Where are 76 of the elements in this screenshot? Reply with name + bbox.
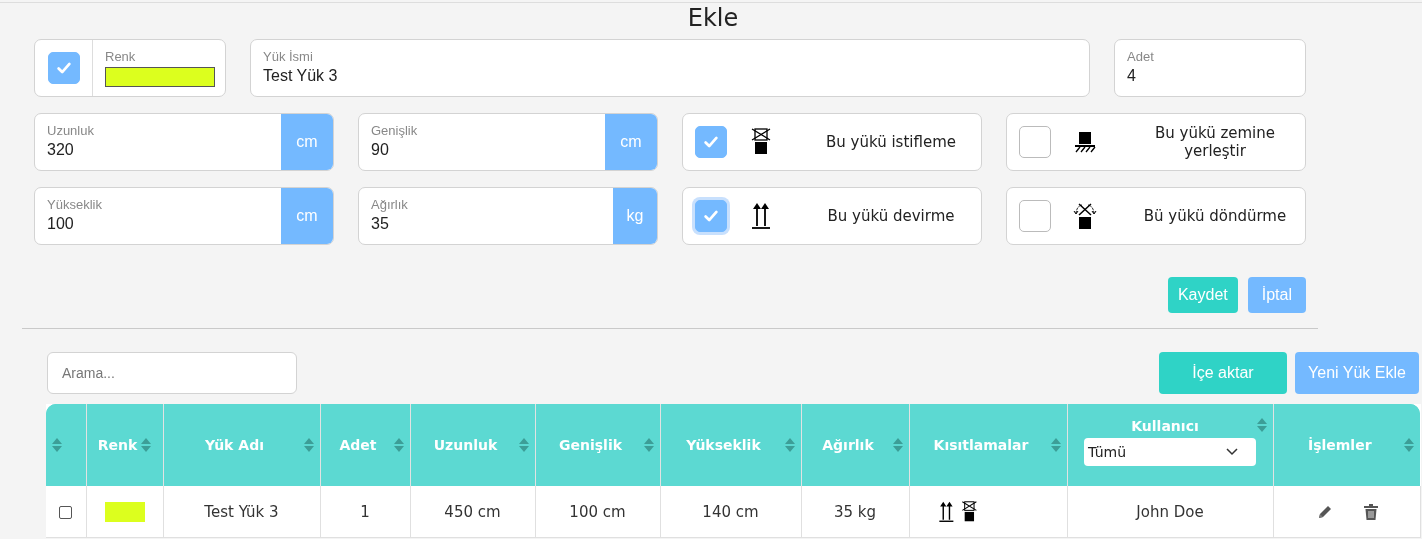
up-arrows-icon [749,202,773,230]
field-value: Test Yük 3 [263,67,339,85]
input-field[interactable]: Genişlik 90 cm [358,113,658,171]
sort-icon[interactable] [518,438,529,452]
sort-icon[interactable] [784,438,795,452]
sort-icon[interactable] [141,438,152,452]
column-header: İşlemler [1306,437,1373,453]
input-field[interactable]: Ağırlık 35 kg [358,187,658,245]
sort-icon[interactable] [1256,418,1267,432]
checkbox[interactable] [695,126,727,158]
row-checkbox[interactable] [59,505,73,519]
column-header: Kullanıcı [1130,418,1200,434]
input-field[interactable]: Yük İsmi Test Yük 3 [250,39,1090,97]
crossed-box-icon [749,128,773,156]
table-cell: 35 kg [833,502,877,521]
search-field[interactable]: Arama... [47,352,297,394]
checkbox[interactable] [47,52,80,84]
field-value: 100 [47,215,75,233]
field-label: Yük İsmi [263,49,314,64]
field-label: Uzunluk [47,123,95,138]
field-value: 320 [47,141,75,159]
option-label: Bu yükü devirme [826,207,956,225]
field-label: Ağırlık [371,197,409,212]
chevron-down-icon [1226,448,1238,456]
sort-icon[interactable] [303,438,314,452]
unit-label: cm [281,188,333,244]
option-card[interactable]: Bü yükü döndürme [1006,187,1306,245]
field-label: Yükseklik [47,197,103,212]
option-card[interactable]: Bu yükü devirme [682,187,982,245]
table-cell: 1 [360,502,370,521]
input-field[interactable]: Adet 4 [1114,39,1306,97]
up-arrows-icon [937,500,956,523]
option-label: Bü yükü döndürme [1142,207,1288,225]
table-cell: John Doe [1136,502,1204,521]
field-label: Renk [105,49,137,64]
field-label: Adet [1127,49,1155,64]
column-header: Genişlik [558,437,623,453]
option-card[interactable]: Bu yükü zemine yerleştir [1006,113,1306,171]
column-header: Yük Adı [204,437,265,453]
field-value: 90 [371,141,390,159]
color-field[interactable]: Renk [34,39,226,97]
crossed-box-icon [960,500,979,523]
trash-icon[interactable] [1363,503,1378,520]
sort-icon[interactable] [1404,438,1414,452]
unit-label: cm [605,114,657,170]
option-card[interactable]: Bu yükü istifleme [682,113,982,171]
checkbox[interactable] [1019,200,1051,232]
column-header: Ağırlık [821,437,875,453]
field-label: Genişlik [371,123,419,138]
table-cell: 100 cm [569,502,626,521]
column-header: Adet [338,437,378,453]
form-title: Ekle [686,3,739,33]
option-label: Bu yükü istifleme [825,133,957,151]
column-header: Yükseklik [685,437,762,453]
column-header: Uzunluk [432,437,499,453]
column-header: Renk [97,437,138,453]
checkbox[interactable] [1019,126,1051,158]
table-cell: Test Yük 3 [204,502,279,521]
unit-label: kg [613,188,657,244]
column-header: Kısıtlamalar [932,437,1030,453]
field-value: 35 [371,215,390,233]
sort-icon[interactable] [1050,438,1061,452]
sort-icon[interactable] [393,438,404,452]
checkbox[interactable] [695,200,727,232]
sort-icon[interactable] [892,438,903,452]
unit-label: cm [281,114,333,170]
table-cell: 450 cm [444,502,501,521]
field-value: 4 [1127,67,1137,85]
table-cell: 140 cm [702,502,759,521]
input-field[interactable]: Yükseklik 100 cm [34,187,334,245]
option-label: Bu yükü zemine yerleştir [1153,124,1277,160]
input-field[interactable]: Uzunluk 320 cm [34,113,334,171]
user-filter-dropdown[interactable]: Tümü [1084,438,1256,466]
sort-icon[interactable] [52,438,62,452]
sort-icon[interactable] [643,438,654,452]
no-rotate-icon [1073,202,1097,230]
